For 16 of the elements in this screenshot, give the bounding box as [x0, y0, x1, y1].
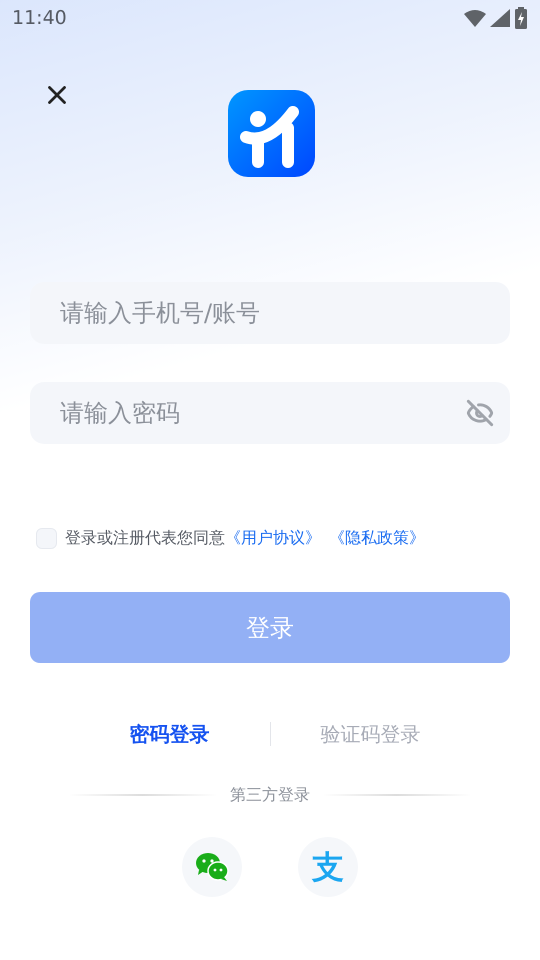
account-field[interactable]: 请输入手机号/账号: [30, 282, 510, 344]
third-party-label: 第三方登录: [230, 784, 310, 806]
app-logo-icon: [228, 90, 315, 177]
signal-icon: [490, 9, 510, 27]
agreement-link[interactable]: 《隐私政策》: [329, 526, 425, 550]
agreement-link[interactable]: 《用户协议》: [225, 526, 321, 550]
wifi-icon: [464, 9, 486, 27]
alipay-glyph: 支: [312, 851, 344, 883]
status-time: 11:40: [12, 6, 67, 31]
password-field[interactable]: 请输入密码: [30, 382, 510, 444]
agreement-checkbox[interactable]: [36, 528, 57, 548]
eye-off-icon[interactable]: [466, 399, 494, 427]
battery-icon: [514, 7, 528, 29]
chat-bubbles-icon: [195, 852, 229, 882]
login-tab[interactable]: 密码登录: [70, 719, 270, 749]
agreement-text: 登录或注册代表您同意: [65, 527, 225, 549]
